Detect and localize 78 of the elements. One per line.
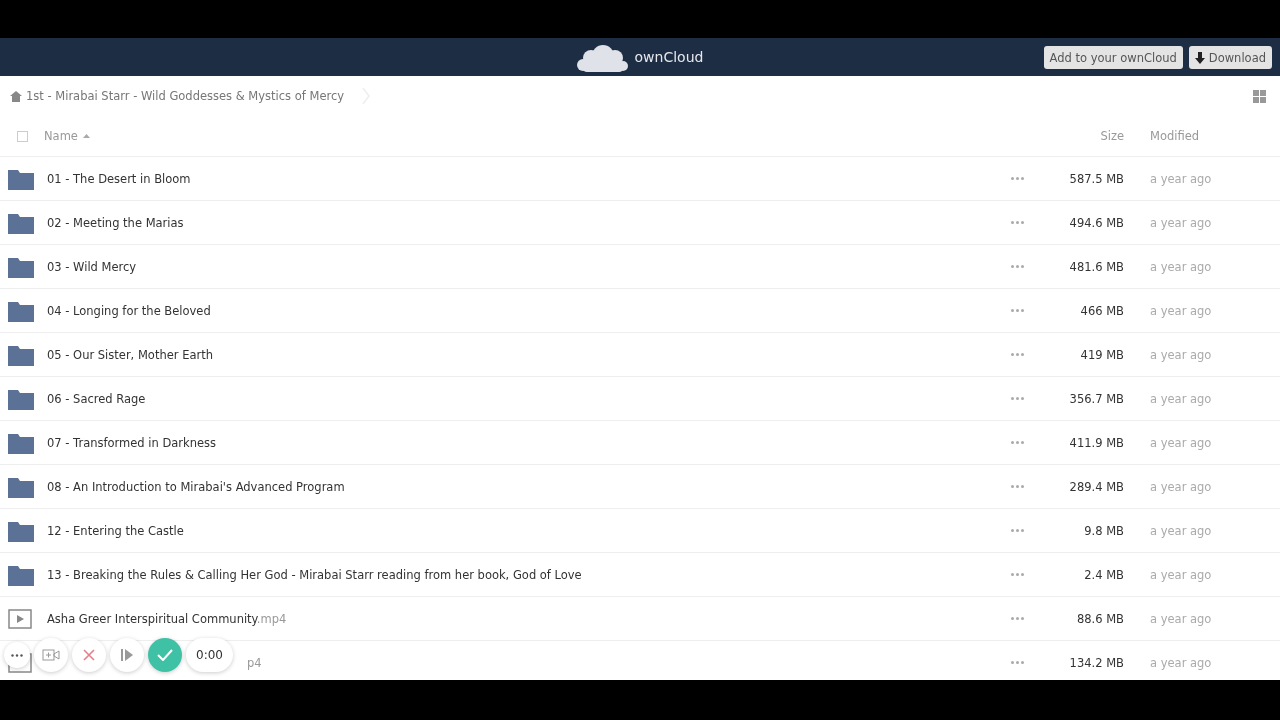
file-name[interactable]: 06 - Sacred Rage [47,391,146,406]
folder-icon [8,299,34,322]
more-icon[interactable] [1011,573,1024,576]
file-name[interactable]: 12 - Entering the Castle [47,523,184,538]
folder-icon [8,519,34,542]
modified-cell-text: a year ago [1149,391,1213,406]
check-icon [157,649,173,661]
folder-icon [8,255,34,278]
size-cell-text: 134.2 MB [1068,655,1124,670]
recording-timer: 0:00 [186,638,233,672]
close-icon [83,649,95,661]
folder-icon [8,343,34,366]
more-icon[interactable] [1011,221,1024,224]
download-icon [1194,51,1205,64]
size-cell-text: 494.6 MB [1068,215,1124,230]
folder-icon [8,387,34,410]
file-name[interactable]: Asha Greer Interspiritual Community.mp4 [47,611,287,626]
file-name[interactable]: 13 - Breaking the Rules & Calling Her God - Mirabai Starr reading from her book, God of Love [47,567,582,582]
modified-cell-text: a year ago [1149,611,1213,626]
modified-cell-text: a year ago [1149,259,1213,274]
file-name[interactable]: 05 - Our Sister, Mother Earth [47,347,213,362]
modified-cell-text: a year ago [1149,479,1213,494]
dots-icon [11,653,23,657]
more-icon[interactable] [1011,397,1024,400]
resume-button[interactable] [110,638,144,672]
breadcrumb-link[interactable]: 1st - Mirabai Starr - Wild Goddesses & Mystics of Mercy [26,89,345,103]
more-icon[interactable] [1011,265,1024,268]
home-icon[interactable] [10,90,22,102]
size-cell-text: 9.8 MB [1083,523,1124,538]
camera-plus-icon [42,649,60,661]
add-button[interactable]: Add to your ownCloud [1043,46,1183,69]
folder-icon [8,563,34,586]
folder-icon [8,431,34,454]
grid-view-icon[interactable] [1253,89,1266,103]
more-icon[interactable] [1011,441,1024,444]
size-cell-text: 481.6 MB [1068,259,1124,274]
folder-icon [8,167,34,190]
more-icon[interactable] [1011,617,1024,620]
confirm-button[interactable] [148,638,182,672]
more-icon[interactable] [1011,485,1024,488]
size-cell-text: 289.4 MB [1068,479,1124,494]
select-all-checkbox[interactable] [17,130,28,142]
skip-play-icon [120,648,134,662]
more-icon[interactable] [1011,529,1024,532]
modified-cell-text: a year ago [1149,303,1213,318]
camera-button[interactable] [34,638,68,672]
modified-cell-text: a year ago [1149,435,1213,450]
video-file-icon [8,608,32,629]
modified-cell-text: a year ago [1149,655,1213,670]
size-cell-text: 587.5 MB [1068,171,1124,186]
size-cell-text: 2.4 MB [1083,567,1124,582]
more-icon[interactable] [1011,177,1024,180]
more-icon[interactable] [1011,661,1024,664]
modified-cell-text: a year ago [1149,567,1213,582]
file-name[interactable]: 08 - An Introduction to Mirabai's Advanced Program [47,479,345,494]
folder-icon [8,475,34,498]
modified-cell-text: a year ago [1149,171,1213,186]
modified-cell-text: a year ago [1149,347,1213,362]
cloud-logo-icon [576,42,629,72]
modified-cell-text: a year ago [1149,215,1213,230]
file-name[interactable]: 03 - Wild Mercy [47,259,137,274]
more-button[interactable] [4,642,30,668]
file-name[interactable]: 01 - The Desert in Bloom [47,171,191,186]
folder-icon [8,211,34,234]
size-cell-text: 356.7 MB [1068,391,1124,406]
file-name[interactable]: 02 - Meeting the Marias [47,215,184,230]
more-icon[interactable] [1011,353,1024,356]
size-cell-text: 411.9 MB [1068,435,1124,450]
brand-name: ownCloud [634,49,704,65]
more-icon[interactable] [1011,309,1024,312]
download-button[interactable]: Download [1188,46,1272,69]
cancel-button[interactable] [72,638,106,672]
file-name[interactable]: 04 - Longing for the Beloved [47,303,211,318]
size-cell-text: 466 MB [1079,303,1124,318]
size-cell-text: 419 MB [1079,347,1124,362]
modified-cell-text: a year ago [1149,523,1213,538]
size-cell-text: 88.6 MB [1075,611,1124,626]
file-name[interactable]: 07 - Transformed in Darkness [47,435,217,450]
